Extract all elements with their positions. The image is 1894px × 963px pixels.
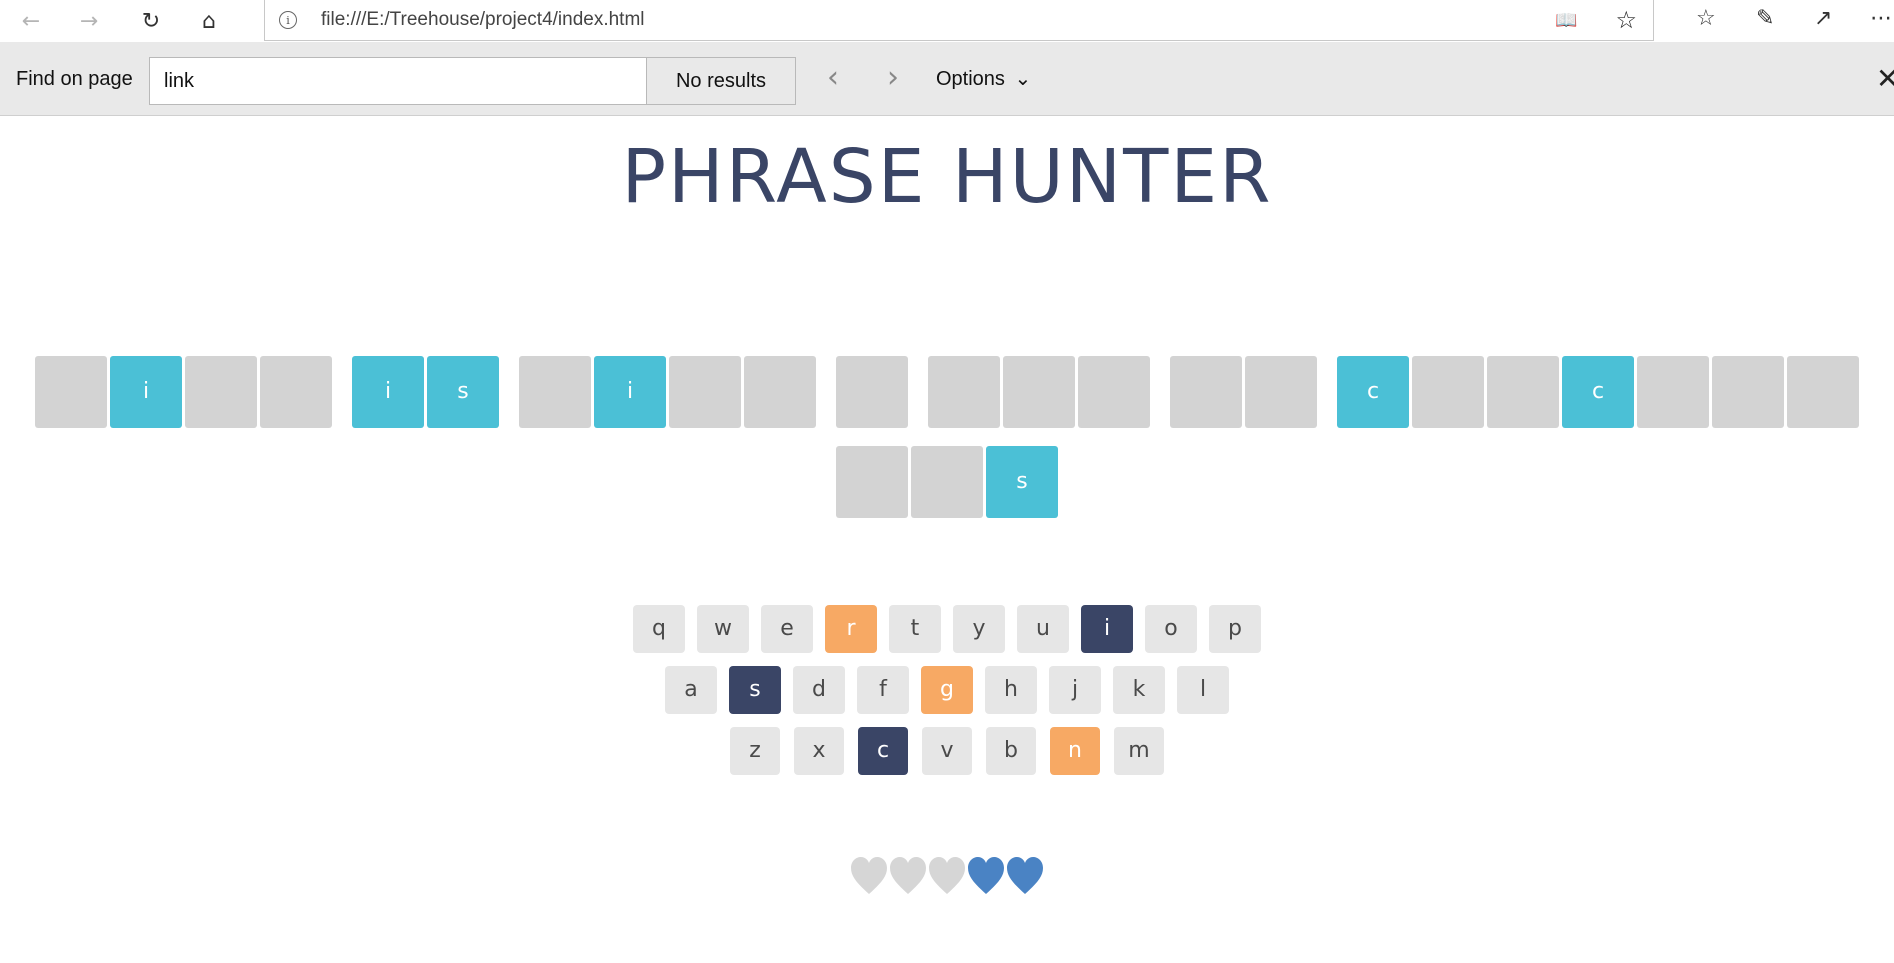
key-d[interactable]: d	[793, 666, 845, 714]
pen-icon[interactable]: ✎	[1756, 6, 1774, 31]
share-icon[interactable]: ↗	[1814, 6, 1832, 31]
key-t[interactable]: t	[889, 605, 941, 653]
key-l[interactable]: l	[1177, 666, 1229, 714]
key-k[interactable]: k	[1113, 666, 1165, 714]
phrase-letter-tile: c	[1337, 356, 1409, 428]
back-arrow-icon[interactable]: ←	[16, 6, 46, 36]
key-i[interactable]: i	[1081, 605, 1133, 653]
find-input[interactable]: link	[149, 57, 647, 105]
key-q[interactable]: q	[633, 605, 685, 653]
phrase-letter-tile	[1487, 356, 1559, 428]
key-v[interactable]: v	[922, 727, 972, 775]
reading-view-icon[interactable]: 📖	[1555, 10, 1579, 31]
find-next-icon[interactable]: ›	[878, 60, 908, 95]
key-w[interactable]: w	[697, 605, 749, 653]
phrase-letter-tile	[911, 446, 983, 518]
phrase-letter-tile	[1003, 356, 1075, 428]
key-u[interactable]: u	[1017, 605, 1069, 653]
phrase-letter-tile: i	[352, 356, 424, 428]
phrase-letter-tile	[1712, 356, 1784, 428]
phrase-letter-tile: s	[427, 356, 499, 428]
find-bar: Find on page link No results ‹ › Options…	[0, 42, 1894, 116]
phrase-letter-tile	[1412, 356, 1484, 428]
key-h[interactable]: h	[985, 666, 1037, 714]
phrase-letter-tile	[35, 356, 107, 428]
phrase-letter-tile	[1245, 356, 1317, 428]
key-f[interactable]: f	[857, 666, 909, 714]
url-text[interactable]: file:///E:/Treehouse/project4/index.html	[321, 9, 645, 31]
find-previous-icon[interactable]: ‹	[818, 60, 848, 95]
lost-heart-icon	[850, 856, 888, 896]
key-y[interactable]: y	[953, 605, 1005, 653]
home-icon[interactable]: ⌂	[194, 6, 224, 36]
find-label: Find on page	[16, 68, 133, 90]
find-options-button[interactable]: Options ⌄	[936, 66, 1031, 91]
key-e[interactable]: e	[761, 605, 813, 653]
phrase-letter-tile: c	[1562, 356, 1634, 428]
chevron-down-icon: ⌄	[1014, 68, 1032, 90]
lost-heart-icon	[928, 856, 966, 896]
key-r[interactable]: r	[825, 605, 877, 653]
key-o[interactable]: o	[1145, 605, 1197, 653]
key-g[interactable]: g	[921, 666, 973, 714]
favorite-star-icon[interactable]: ☆	[1615, 6, 1637, 34]
phrase-letter-tile: i	[594, 356, 666, 428]
phrase-letter-tile	[185, 356, 257, 428]
more-icon[interactable]: ⋯	[1870, 6, 1892, 31]
phrase-letter-tile	[928, 356, 1000, 428]
phrase-letter-tile: s	[986, 446, 1058, 518]
key-a[interactable]: a	[665, 666, 717, 714]
browser-toolbar: ← → ↻ ⌂ i file:///E:/Treehouse/project4/…	[0, 0, 1894, 42]
forward-arrow-icon[interactable]: →	[74, 6, 104, 36]
phrase-letter-tile	[1078, 356, 1150, 428]
key-j[interactable]: j	[1049, 666, 1101, 714]
phrase-letter-tile	[1637, 356, 1709, 428]
key-x[interactable]: x	[794, 727, 844, 775]
phrase-letter-tile	[1170, 356, 1242, 428]
phrase-letter-tile: i	[110, 356, 182, 428]
key-p[interactable]: p	[1209, 605, 1261, 653]
key-b[interactable]: b	[986, 727, 1036, 775]
phrase-letter-tile	[836, 356, 908, 428]
key-c[interactable]: c	[858, 727, 908, 775]
address-bar[interactable]: i file:///E:/Treehouse/project4/index.ht…	[264, 0, 1654, 41]
phrase-letter-tile	[1787, 356, 1859, 428]
phrase-letter-tile	[260, 356, 332, 428]
find-result-count: No results	[646, 57, 796, 105]
phrase-letter-tile	[669, 356, 741, 428]
key-z[interactable]: z	[730, 727, 780, 775]
close-icon[interactable]: ✕	[1876, 62, 1894, 95]
phrase-letter-tile	[744, 356, 816, 428]
key-s[interactable]: s	[729, 666, 781, 714]
live-heart-icon	[967, 856, 1005, 896]
key-m[interactable]: m	[1114, 727, 1164, 775]
phrase-letter-tile	[519, 356, 591, 428]
game-title: PHRASE HUNTER	[621, 134, 1273, 220]
live-heart-icon	[1006, 856, 1044, 896]
key-n[interactable]: n	[1050, 727, 1100, 775]
find-options-label: Options	[936, 68, 1005, 90]
info-icon[interactable]: i	[279, 11, 297, 29]
refresh-icon[interactable]: ↻	[136, 6, 166, 36]
phrase-letter-tile	[836, 446, 908, 518]
lost-heart-icon	[889, 856, 927, 896]
favorites-list-icon[interactable]: ☆	[1696, 6, 1716, 31]
